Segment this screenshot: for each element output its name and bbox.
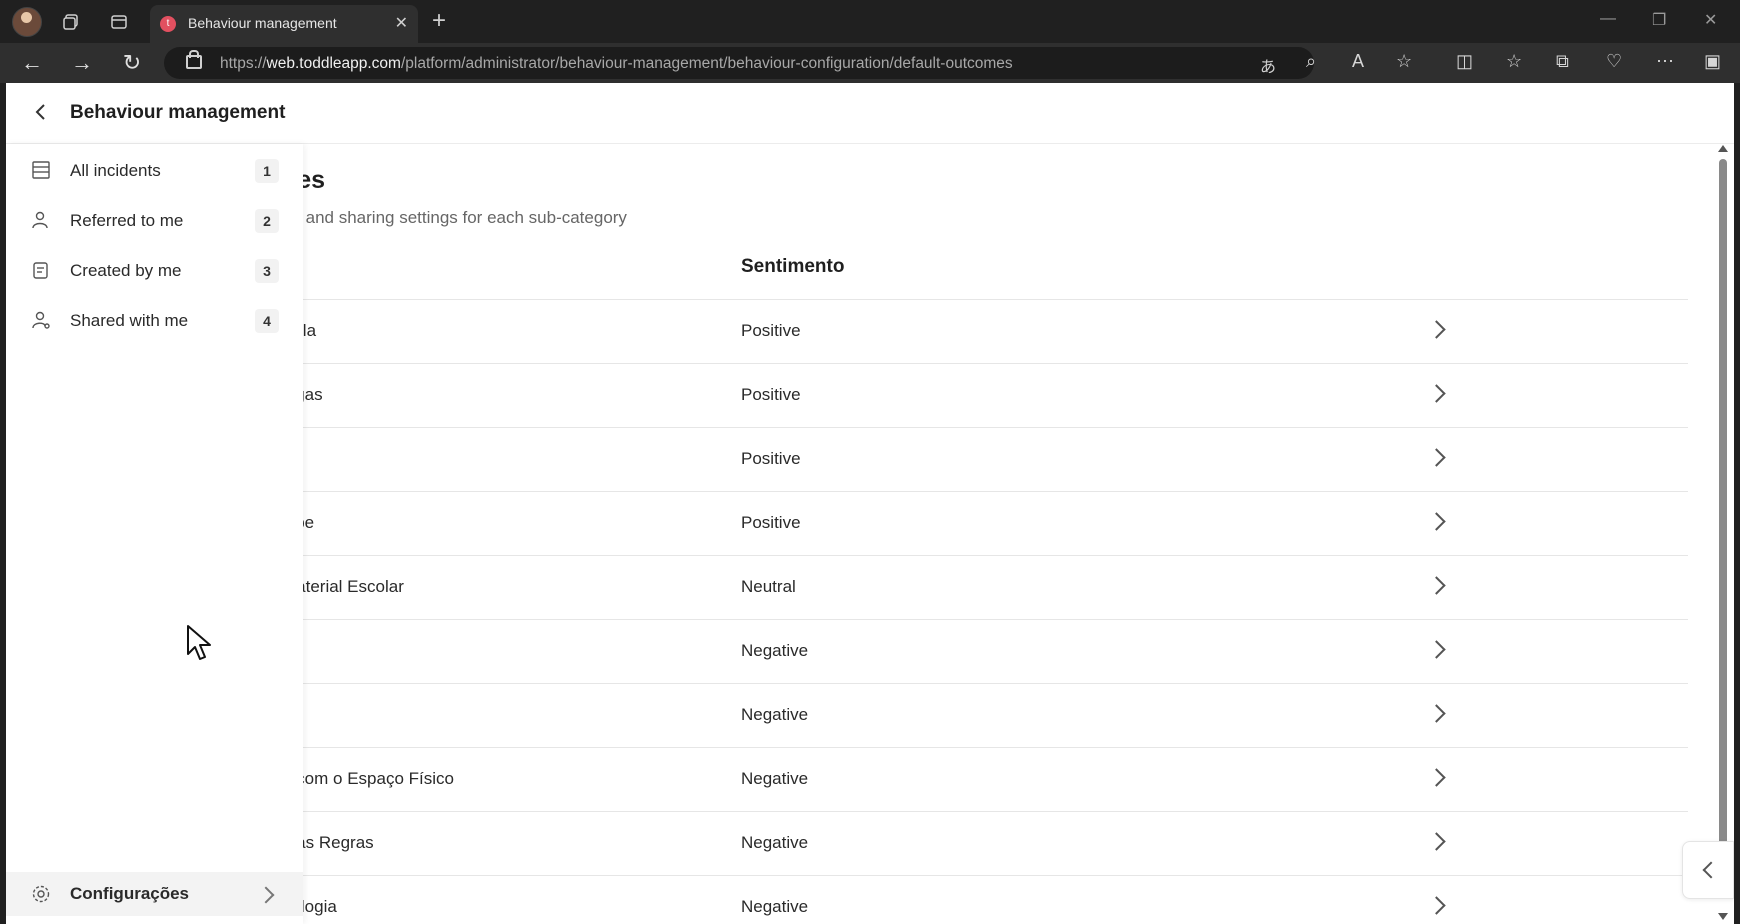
sidebar-toggle-icon[interactable]: ▣ [1704,51,1721,72]
count-badge: 4 [255,309,279,333]
forward-icon[interactable]: → [68,49,96,77]
user-share-icon [30,210,52,232]
tab-behaviour-management[interactable]: t Behaviour management ✕ [150,5,418,43]
zoom-icon[interactable]: ⌕ [1306,51,1316,72]
lock-icon[interactable] [186,50,202,69]
toddle-favicon-icon: t [160,16,176,32]
scrollbar[interactable] [1716,143,1728,923]
favorite-star-icon[interactable]: ☆ [1396,51,1412,72]
tab-title: Behaviour management [188,15,337,31]
sidebar-item-settings[interactable]: Configurações [6,872,303,916]
count-badge: 1 [255,159,279,183]
favorites-icon[interactable]: ☆ [1506,51,1522,72]
close-tab-icon[interactable]: ✕ [395,13,408,33]
chevron-right-icon[interactable] [1426,510,1448,532]
table-icon [30,160,52,182]
profile-avatar[interactable] [12,7,42,37]
gear-icon [30,884,52,906]
row-name: o com o Espaço Físico [282,769,454,788]
close-window-icon[interactable]: ✕ [1704,10,1717,30]
row-sentiment: Positive [741,321,801,340]
chevron-right-icon[interactable] [1426,446,1448,468]
sidebar-item-label: Shared with me [70,311,189,330]
mouse-cursor-icon [186,624,216,664]
page-title: Behaviour management [70,102,286,123]
sidebar-item-all-incidents[interactable]: All incidents 1 [6,148,303,192]
settings-label: Configurações [70,884,190,903]
collections-icon[interactable]: ⧉ [1556,51,1569,72]
row-sentiment: Neutral [741,577,796,596]
row-sentiment: Negative [741,833,809,852]
chevron-right-icon[interactable] [1426,702,1448,724]
restore-icon[interactable]: ❐ [1652,10,1666,30]
page-header: Behaviour management [6,83,1734,144]
chevron-right-icon[interactable] [1426,894,1448,916]
navigation-bar: ← → ↻ https://web.toddleapp.com/platform… [0,43,1740,83]
clipboard-edit-icon [30,260,52,282]
sidebar-item-label: Referred to me [70,211,184,230]
scroll-up-icon[interactable] [1718,145,1728,152]
browser-window: t Behaviour management ✕ + — ❐ ✕ ← → ↻ h… [0,0,1740,924]
sidebar-item-created-by-me[interactable]: Created by me 3 [6,248,303,292]
column-header-sentiment: Sentimento [741,256,845,277]
minimize-icon[interactable]: — [1600,10,1616,28]
more-options-icon[interactable]: ⋯ [1656,51,1674,72]
chevron-right-icon[interactable] [1426,318,1448,340]
address-bar[interactable]: https://web.toddleapp.com/platform/admin… [164,47,1314,79]
back-icon[interactable]: ← [18,49,46,77]
tab-strip: t Behaviour management ✕ + — ❐ ✕ [0,0,1740,43]
collapse-panel-button[interactable] [1682,841,1734,899]
chevron-right-icon[interactable] [1426,766,1448,788]
read-aloud-icon[interactable]: A [1352,51,1364,72]
back-arrow-icon[interactable] [30,101,52,123]
row-sentiment: Positive [741,513,801,532]
user-shared-icon [30,310,52,332]
scroll-down-icon[interactable] [1718,913,1728,920]
row-sentiment: Negative [741,641,809,660]
refresh-icon[interactable]: ↻ [118,49,146,77]
page: Behaviour management nes on and sharing … [6,83,1734,924]
workspaces-icon[interactable] [58,9,84,35]
count-badge: 3 [255,259,279,283]
chevron-right-icon [258,884,278,904]
row-sentiment: Positive [741,385,801,404]
chevron-right-icon[interactable] [1426,830,1448,852]
scrollbar-thumb[interactable] [1719,159,1727,884]
row-sentiment: Positive [741,449,801,468]
row-sentiment: Negative [741,705,809,724]
translate-icon[interactable]: あ [1260,53,1276,77]
count-badge: 2 [255,209,279,233]
url-text[interactable]: https://web.toddleapp.com/platform/admin… [220,55,1013,73]
row-sentiment: Negative [741,897,809,916]
sidebar-item-label: All incidents [70,161,161,180]
browser-essentials-icon[interactable]: ♡ [1606,51,1622,72]
tab-actions-icon[interactable] [106,9,132,35]
chevron-right-icon[interactable] [1426,382,1448,404]
content-subtitle: on and sharing settings for each sub-cat… [282,208,627,227]
sidebar-item-shared-with-me[interactable]: Shared with me 4 [6,298,303,342]
chevron-right-icon[interactable] [1426,574,1448,596]
sidebar-item-referred-to-me[interactable]: Referred to me 2 [6,198,303,242]
new-tab-icon[interactable]: + [432,7,446,35]
sidebar: All incidents 1 Referred to me 2 Created… [6,144,303,924]
row-sentiment: Negative [741,769,809,788]
chevron-right-icon[interactable] [1426,638,1448,660]
split-screen-icon[interactable]: ◫ [1456,51,1473,72]
sidebar-item-label: Created by me [70,261,182,280]
